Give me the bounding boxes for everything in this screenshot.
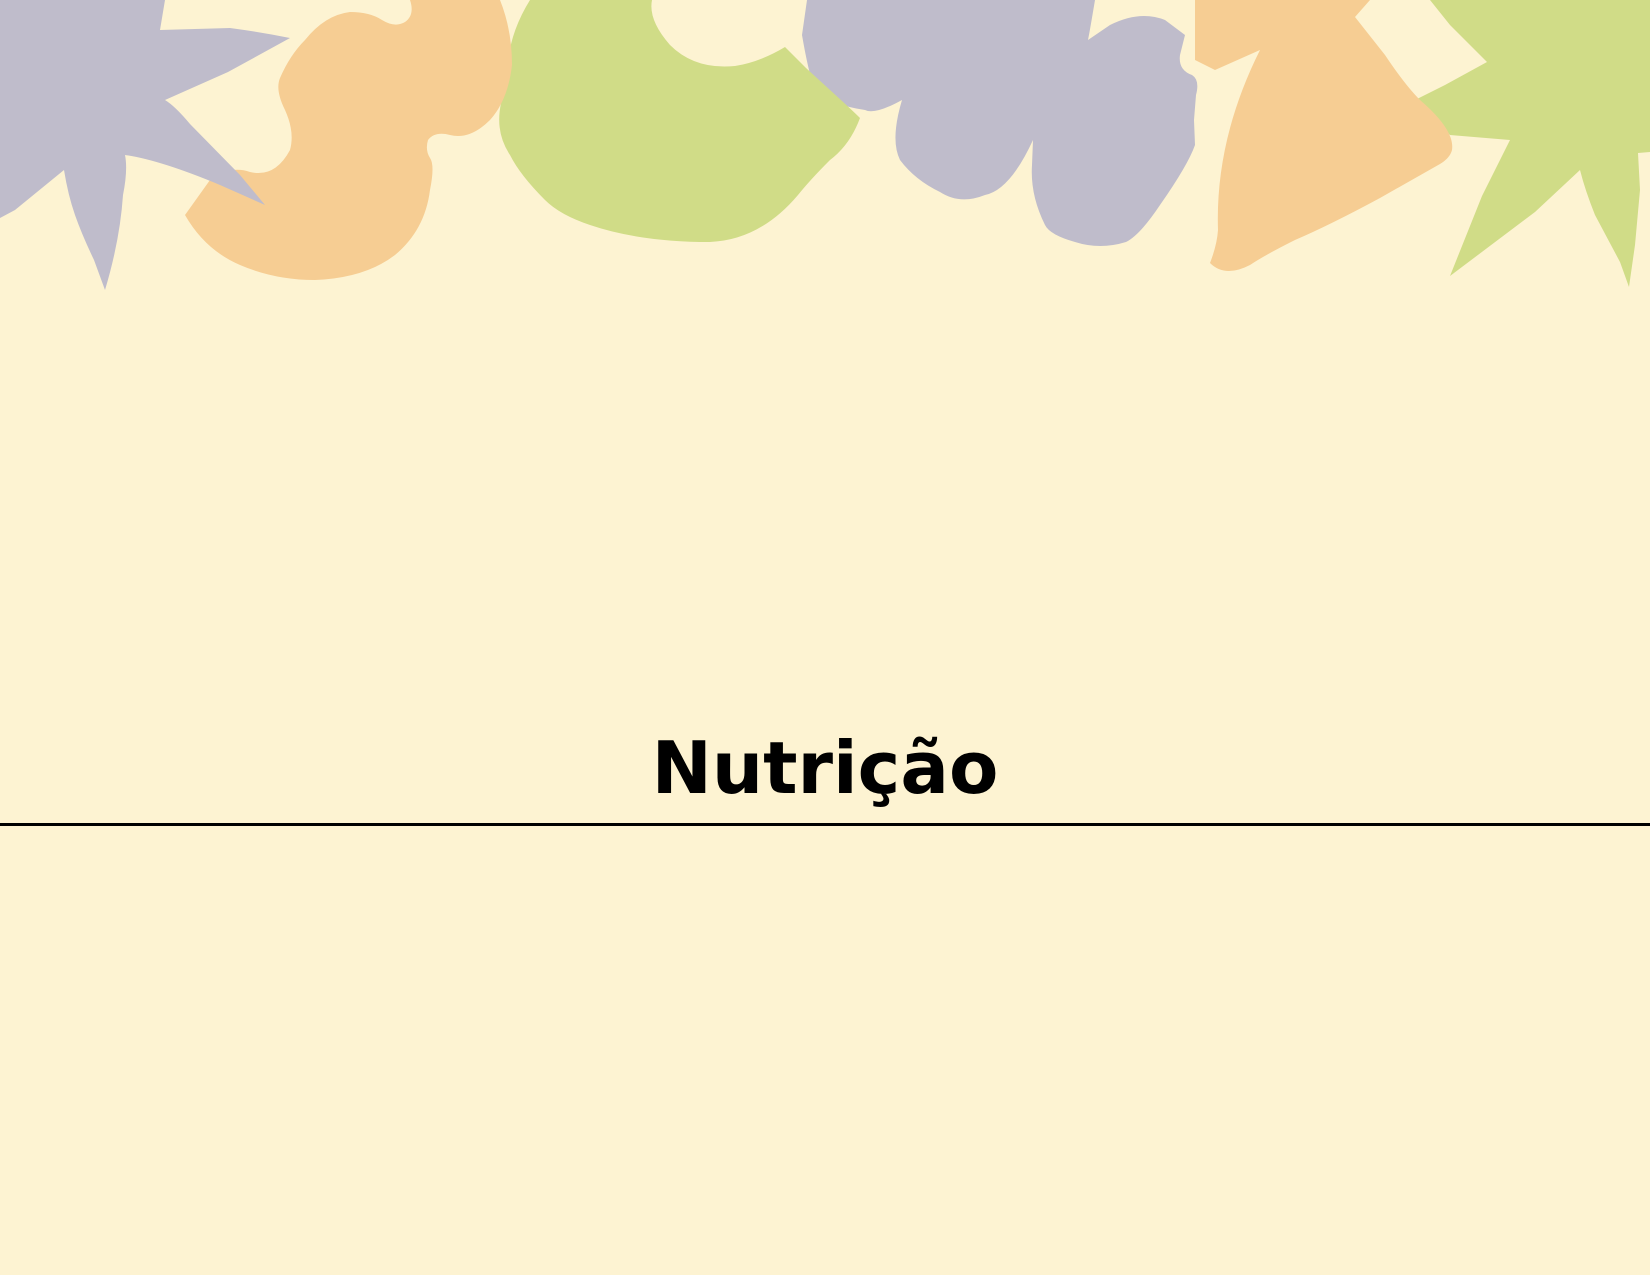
document-title: Nutrição bbox=[651, 726, 999, 810]
document-page: Nutrição bbox=[0, 0, 1650, 1275]
lavender-blob-center-right bbox=[802, 0, 1198, 246]
title-divider bbox=[0, 823, 1650, 826]
decorative-blobs-header bbox=[0, 0, 1650, 290]
peach-blob-right bbox=[1195, 0, 1453, 272]
